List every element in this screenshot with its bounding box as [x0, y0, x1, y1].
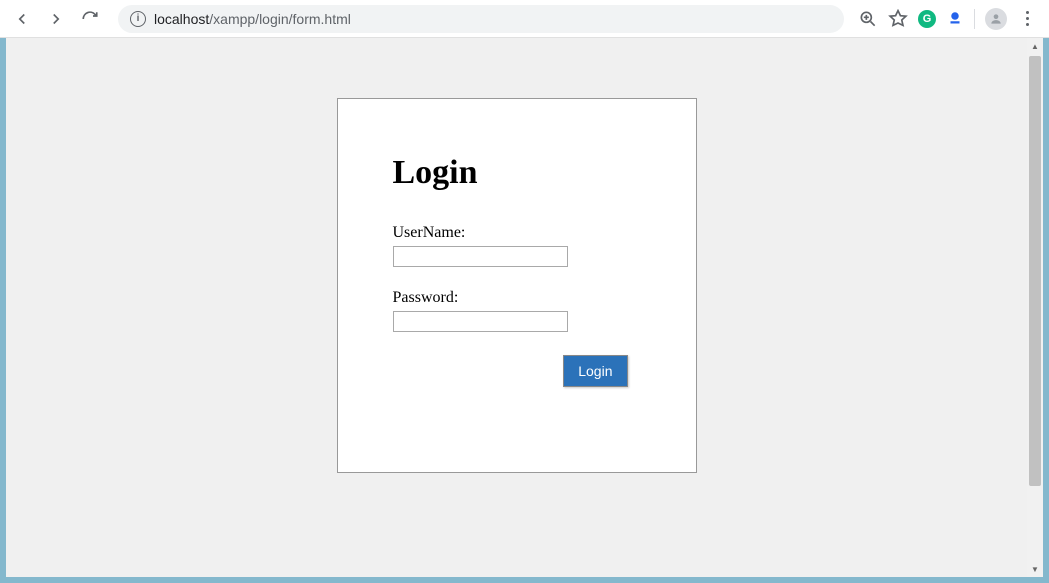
bookmark-star-icon[interactable]	[888, 9, 908, 29]
address-bar[interactable]: i localhost/xampp/login/form.html	[118, 5, 844, 33]
extension-grammarly-icon[interactable]: G	[918, 10, 936, 28]
login-card: Login UserName: Password: Login	[337, 98, 697, 473]
toolbar-divider	[974, 9, 975, 29]
back-button[interactable]	[8, 5, 36, 33]
toolbar-right: G	[858, 8, 1041, 30]
menu-button[interactable]	[1017, 9, 1037, 29]
zoom-icon[interactable]	[858, 9, 878, 29]
username-label: UserName:	[393, 224, 646, 242]
scrollbar[interactable]: ▲ ▼	[1027, 38, 1043, 577]
forward-button[interactable]	[42, 5, 70, 33]
page-viewport: Login UserName: Password: Login ▲ ▼	[0, 38, 1049, 583]
password-label: Password:	[393, 289, 646, 307]
page-content: Login UserName: Password: Login	[6, 38, 1027, 577]
password-group: Password:	[393, 289, 646, 332]
username-group: UserName:	[393, 224, 646, 267]
url-text: localhost/xampp/login/form.html	[154, 11, 351, 27]
profile-avatar[interactable]	[985, 8, 1007, 30]
login-title: Login	[393, 154, 646, 192]
reload-button[interactable]	[76, 5, 104, 33]
scrollbar-thumb[interactable]	[1029, 56, 1041, 486]
browser-toolbar: i localhost/xampp/login/form.html G	[0, 0, 1049, 38]
username-input[interactable]	[393, 246, 568, 267]
scrollbar-down-icon[interactable]: ▼	[1027, 561, 1043, 577]
extension-icon[interactable]	[946, 10, 964, 28]
password-input[interactable]	[393, 311, 568, 332]
login-button[interactable]: Login	[563, 355, 627, 387]
site-info-icon[interactable]: i	[130, 11, 146, 27]
scrollbar-up-icon[interactable]: ▲	[1027, 38, 1043, 54]
